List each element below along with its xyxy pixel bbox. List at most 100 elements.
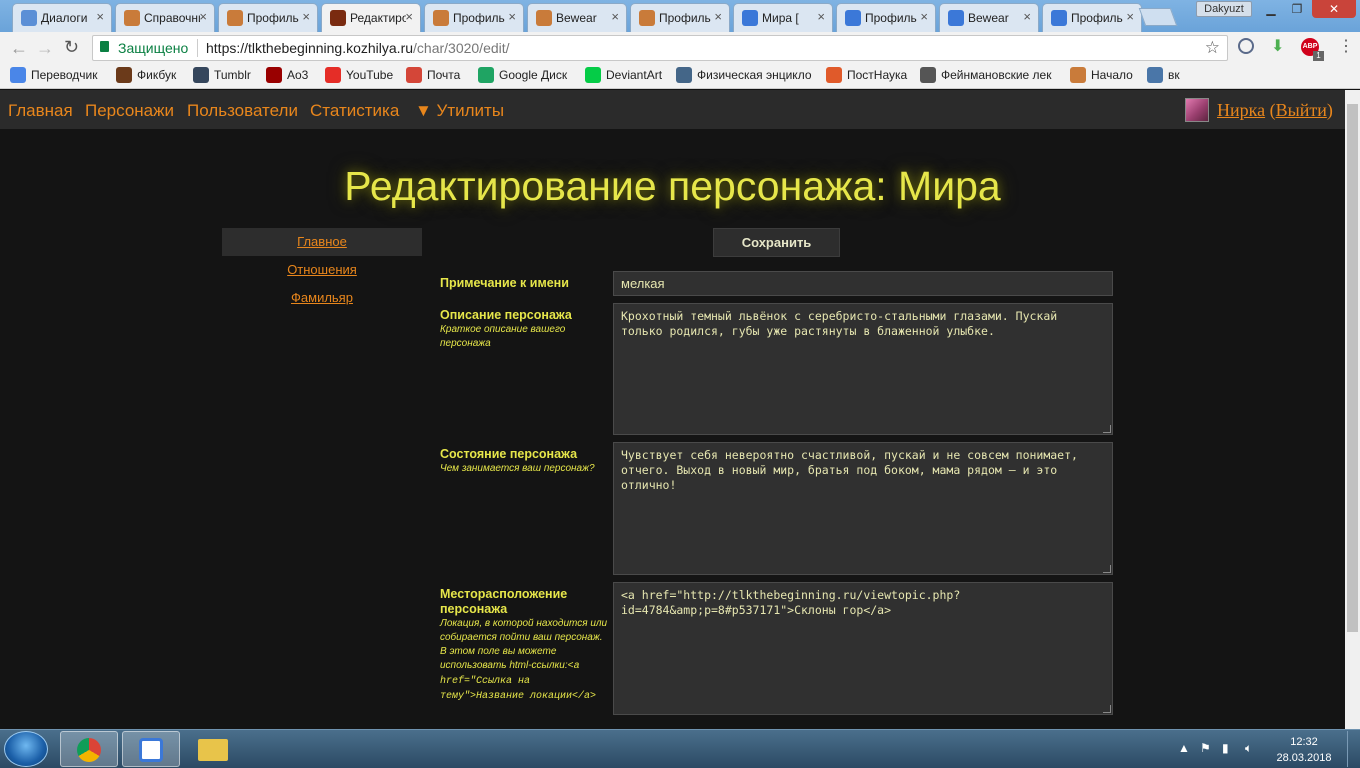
name-note-input[interactable]: мелкая [613,271,1113,296]
tab-close-icon[interactable]: × [96,9,104,24]
bookmark-item[interactable]: ПостНаука [826,67,907,85]
tray-arrow-icon[interactable]: ▲ [1178,741,1190,755]
window-user-badge: Dakyuzt [1196,1,1252,17]
tray-flag-icon[interactable]: ⚑ [1200,741,1211,755]
reload-icon[interactable]: ↻ [64,37,79,58]
bookmark-item[interactable]: Начало [1070,67,1133,85]
tab-title: Bewear [556,11,597,25]
bookmark-label: вк [1168,68,1180,82]
tab[interactable]: Bewear × [939,3,1039,32]
bookmark-item[interactable]: вк [1147,67,1180,85]
start-button[interactable] [4,731,48,767]
state-hint: Чем занимается ваш персонаж? [440,463,595,474]
side-menu-main[interactable]: Главное [222,228,422,256]
taskbar-explorer[interactable] [184,731,242,767]
tab[interactable]: Профиль × [836,3,936,32]
show-desktop-button[interactable] [1347,731,1359,767]
resize-grip-icon[interactable] [1103,705,1111,713]
bookmark-item[interactable]: Фикбук [116,67,176,85]
tab-close-icon[interactable]: × [920,9,928,24]
tab-close-icon[interactable]: × [199,9,207,24]
bookmark-item[interactable]: Tumblr [193,67,251,85]
tab-favicon-icon [227,10,243,26]
tab-favicon-icon [433,10,449,26]
tray-volume-icon[interactable]: 🔈︎ [1245,741,1252,756]
new-tab-button[interactable] [1138,8,1178,26]
bookmark-label: Начало [1091,68,1133,82]
taskbar-app[interactable] [122,731,180,767]
bookmark-label: Почта [427,68,461,82]
tab[interactable]: Мира [ × [733,3,833,32]
extension-icon[interactable] [1238,38,1254,54]
tab-active[interactable]: Редактирование× [321,3,421,32]
url-text[interactable]: https://tlkthebeginning.kozhilya.ru/char… [206,40,510,56]
resize-grip-icon[interactable] [1103,565,1111,573]
tab[interactable]: Справочник× [115,3,215,32]
user-name-link[interactable]: Нирка [1217,100,1265,120]
tab-favicon-icon [1051,10,1067,26]
description-textarea[interactable]: Крохотный темный львёнок с серебристо-ст… [613,303,1113,435]
secure-label: Защищено [118,40,189,56]
side-menu-relations[interactable]: Отношения [222,256,422,284]
tab-close-icon[interactable]: × [302,9,310,24]
tray-network-icon[interactable]: ▮ [1222,741,1229,755]
minimize-icon[interactable]: ▁ [1258,0,1284,18]
menu-icon[interactable]: ⋮ [1338,36,1354,56]
bookmark-star-icon[interactable]: ☆ [1205,38,1220,58]
tab-close-icon[interactable]: × [508,9,516,24]
tab-favicon-icon [330,10,346,26]
address-bar[interactable]: Защищено https://tlkthebeginning.kozhily… [92,35,1228,61]
state-textarea[interactable]: Чувствует себя невероятно счастливой, пу… [613,442,1113,575]
bookmark-item[interactable]: Фейнмановские лек [920,67,1051,85]
save-button[interactable]: Сохранить [713,228,840,257]
location-value: <a href="http://tlkthebeginning.ru/viewt… [621,588,961,617]
download-extension-icon[interactable]: ⬇ [1271,36,1284,56]
tab[interactable]: Диалоги × [12,3,112,32]
nav-characters[interactable]: Персонажи [85,101,174,121]
nav-users[interactable]: Пользователи [187,101,298,121]
page-title: Редактирование персонажа: Мира [344,163,1001,209]
system-clock[interactable]: 12:32 28.03.2018 [1272,734,1336,766]
bookmark-item[interactable]: Google Диск [478,67,567,85]
tab-title: Профиль [453,11,505,25]
tab[interactable]: Bewear × [527,3,627,32]
tab-close-icon[interactable]: × [817,9,825,24]
state-value: Чувствует себя невероятно счастливой, пу… [621,448,1078,492]
bookmark-item[interactable]: YouTube [325,67,393,85]
tab-close-icon[interactable]: × [1023,9,1031,24]
location-textarea[interactable]: <a href="http://tlkthebeginning.ru/viewt… [613,582,1113,715]
tab[interactable]: Профиль × [630,3,730,32]
tab-close-icon[interactable]: × [1126,9,1134,24]
close-window-icon[interactable]: ✕ [1312,0,1356,18]
bookmark-item[interactable]: Переводчик [10,67,98,85]
forward-icon[interactable]: → [36,38,54,59]
feynman-icon [920,67,936,83]
side-menu-familiar[interactable]: Фамильяр [222,284,422,312]
bookmark-label: DeviantArt [606,68,663,82]
tab-close-icon[interactable]: × [611,9,619,24]
nav-home[interactable]: Главная [8,101,73,121]
tab-close-icon[interactable]: × [714,9,722,24]
bookmark-item[interactable]: DeviantArt [585,67,662,85]
scrollbar-thumb[interactable] [1347,104,1358,632]
bookmark-item[interactable]: Почта [406,67,460,85]
back-icon[interactable]: ← [10,38,28,59]
tab[interactable]: Профиль × [1042,3,1142,32]
bookmark-item[interactable]: Ao3 [266,67,308,85]
nav-stats[interactable]: Статистика [310,101,399,121]
bookmark-label: Физическая энцикло [697,68,812,82]
avatar[interactable] [1185,98,1209,122]
tab[interactable]: Профиль × [218,3,318,32]
bookmark-item[interactable]: Физическая энцикло [676,67,812,85]
restore-icon[interactable]: ❐ [1284,0,1310,18]
logout-link[interactable]: Выйти [1276,100,1327,120]
state-label: Состояние персонажа [440,447,578,461]
tab-title: Профиль [1071,11,1123,25]
tab-title: Мира [ [762,11,799,25]
tab[interactable]: Профиль × [424,3,524,32]
nav-utils[interactable]: ▼ Утилиты [415,101,504,121]
taskbar-chrome[interactable] [60,731,118,767]
tab-close-icon[interactable]: × [405,9,413,24]
bookmark-label: Ao3 [287,68,309,82]
resize-grip-icon[interactable] [1103,425,1111,433]
